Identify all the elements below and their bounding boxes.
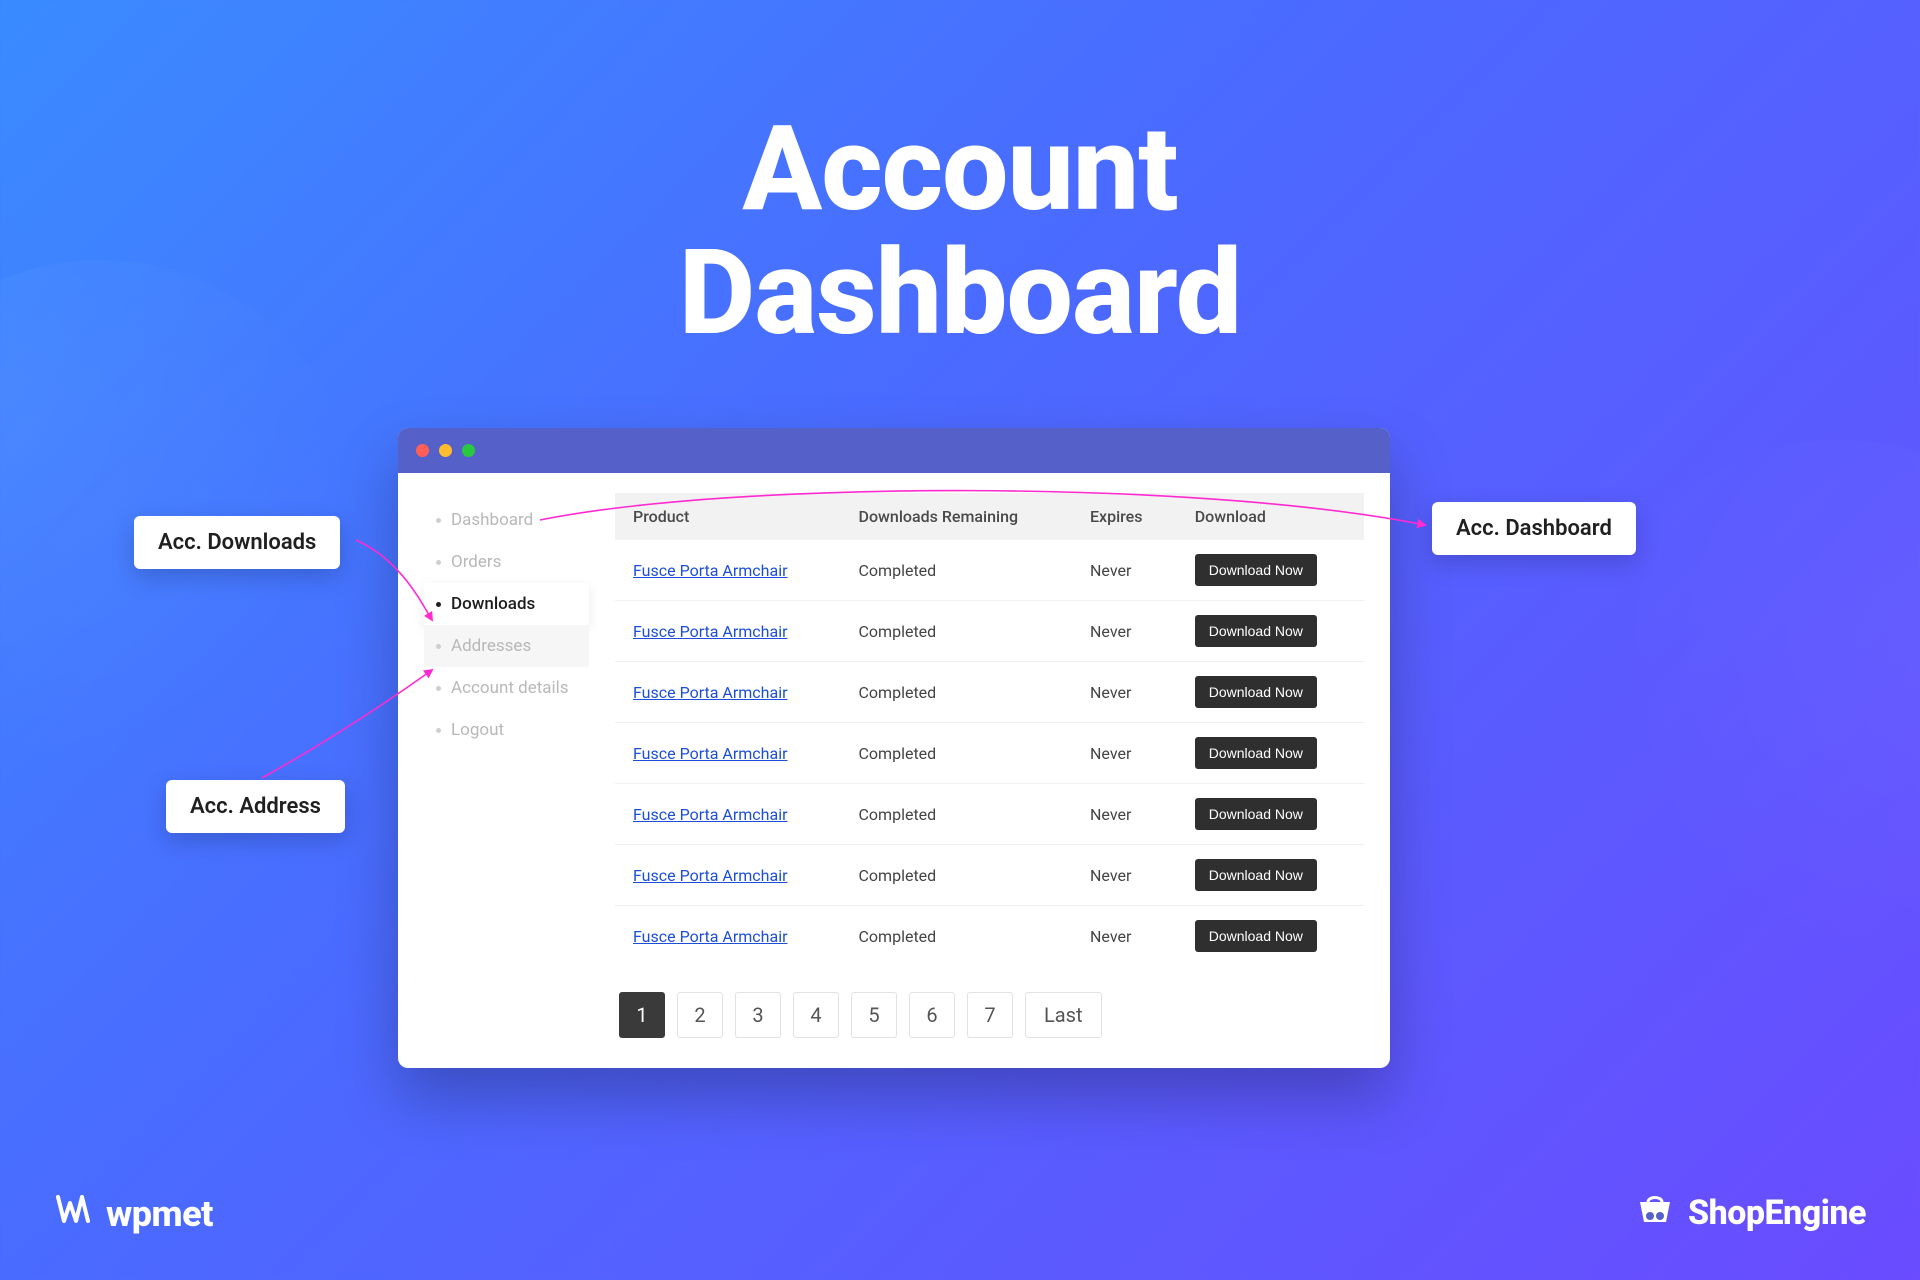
traffic-light-close-icon[interactable] [416,444,429,457]
footer-brand-label: wpmet [106,1193,213,1235]
annotation-label: Acc. Dashboard [1456,516,1612,541]
traffic-light-minimize-icon[interactable] [439,444,452,457]
pagination: 1 2 3 4 5 6 7 Last [615,992,1364,1038]
table-row: Fusce Porta Armchair Completed Never Dow… [615,723,1364,784]
annotation-acc-dashboard: Acc. Dashboard [1432,502,1636,555]
table-row: Fusce Porta Armchair Completed Never Dow… [615,845,1364,906]
page-title-line1: Account [742,100,1177,238]
product-link[interactable]: Fusce Porta Armchair [633,866,788,885]
sidebar-item-label: Orders [451,552,501,572]
footer-brand-label: ShopEngine [1688,1193,1866,1233]
cell-expires: Never [1072,906,1177,967]
col-product: Product [615,493,841,540]
downloads-table: Product Downloads Remaining Expires Down… [615,493,1364,966]
page-button-2[interactable]: 2 [677,992,723,1038]
annotation-acc-address: Acc. Address [166,780,345,833]
download-button[interactable]: Download Now [1195,554,1317,586]
product-link[interactable]: Fusce Porta Armchair [633,805,788,824]
bullet-icon [436,728,441,733]
table-row: Fusce Porta Armchair Completed Never Dow… [615,601,1364,662]
cell-remaining: Completed [841,723,1073,784]
col-expires: Expires [1072,493,1177,540]
download-button[interactable]: Download Now [1195,859,1317,891]
browser-window: Dashboard Orders Downloads Addresses Acc… [398,428,1390,1068]
cell-expires: Never [1072,723,1177,784]
sidebar-item-dashboard[interactable]: Dashboard [424,499,589,541]
page-button-4[interactable]: 4 [793,992,839,1038]
col-download: Download [1177,493,1364,540]
bullet-icon [436,518,441,523]
annotation-acc-downloads: Acc. Downloads [134,516,340,569]
sidebar-item-downloads[interactable]: Downloads [424,583,589,625]
product-link[interactable]: Fusce Porta Armchair [633,561,788,580]
download-button[interactable]: Download Now [1195,676,1317,708]
bullet-icon [436,686,441,691]
sidebar-item-label: Dashboard [451,510,533,530]
sidebar-item-label: Addresses [451,636,531,656]
bullet-icon [436,602,441,607]
window-body: Dashboard Orders Downloads Addresses Acc… [398,473,1390,1068]
table-row: Fusce Porta Armchair Completed Never Dow… [615,540,1364,601]
page-button-7[interactable]: 7 [967,992,1013,1038]
cell-expires: Never [1072,662,1177,723]
page-button-1[interactable]: 1 [619,992,665,1038]
cell-expires: Never [1072,784,1177,845]
sidebar-item-label: Logout [451,720,504,740]
footer-brand-wpmet: wpmet [54,1189,213,1238]
page-title-line2: Dashboard [679,224,1241,362]
product-link[interactable]: Fusce Porta Armchair [633,744,788,763]
cell-remaining: Completed [841,784,1073,845]
cell-remaining: Completed [841,601,1073,662]
account-sidebar: Dashboard Orders Downloads Addresses Acc… [424,493,589,1044]
page-button-3[interactable]: 3 [735,992,781,1038]
cell-expires: Never [1072,540,1177,601]
table-header-row: Product Downloads Remaining Expires Down… [615,493,1364,540]
cell-expires: Never [1072,601,1177,662]
sidebar-item-orders[interactable]: Orders [424,541,589,583]
download-button[interactable]: Download Now [1195,615,1317,647]
page-button-6[interactable]: 6 [909,992,955,1038]
bullet-icon [436,644,441,649]
downloads-panel: Product Downloads Remaining Expires Down… [615,493,1364,1044]
shopengine-logo-icon [1634,1188,1676,1238]
sidebar-item-label: Account details [451,678,569,698]
cell-remaining: Completed [841,906,1073,967]
window-titlebar [398,428,1390,473]
cell-remaining: Completed [841,845,1073,906]
annotation-label: Acc. Address [190,794,321,819]
wpmet-logo-icon [54,1189,94,1238]
cell-remaining: Completed [841,540,1073,601]
product-link[interactable]: Fusce Porta Armchair [633,927,788,946]
cell-remaining: Completed [841,662,1073,723]
download-button[interactable]: Download Now [1195,920,1317,952]
download-button[interactable]: Download Now [1195,798,1317,830]
download-button[interactable]: Download Now [1195,737,1317,769]
sidebar-item-addresses[interactable]: Addresses [424,625,589,667]
product-link[interactable]: Fusce Porta Armchair [633,683,788,702]
table-row: Fusce Porta Armchair Completed Never Dow… [615,906,1364,967]
page-title: Account Dashboard [0,108,1920,356]
bullet-icon [436,560,441,565]
annotation-label: Acc. Downloads [158,530,316,555]
sidebar-item-label: Downloads [451,594,535,614]
table-row: Fusce Porta Armchair Completed Never Dow… [615,784,1364,845]
traffic-light-zoom-icon[interactable] [462,444,475,457]
cell-expires: Never [1072,845,1177,906]
sidebar-item-logout[interactable]: Logout [424,709,589,751]
page-button-last[interactable]: Last [1025,992,1102,1038]
page-button-5[interactable]: 5 [851,992,897,1038]
table-row: Fusce Porta Armchair Completed Never Dow… [615,662,1364,723]
footer-brand-shopengine: ShopEngine [1634,1188,1866,1238]
product-link[interactable]: Fusce Porta Armchair [633,622,788,641]
sidebar-item-account-details[interactable]: Account details [424,667,589,709]
col-remaining: Downloads Remaining [841,493,1073,540]
